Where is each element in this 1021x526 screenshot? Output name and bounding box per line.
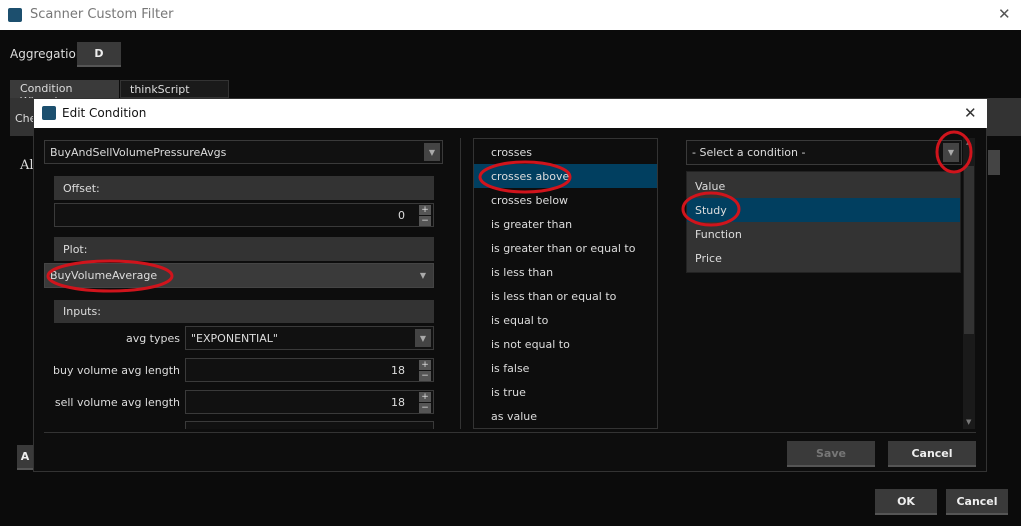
annotation-circle xyxy=(935,130,973,174)
annotation-circle xyxy=(681,191,741,227)
annotation-circle xyxy=(478,160,572,194)
annotation-circle xyxy=(46,259,174,293)
annotation-overlay xyxy=(46,130,973,293)
